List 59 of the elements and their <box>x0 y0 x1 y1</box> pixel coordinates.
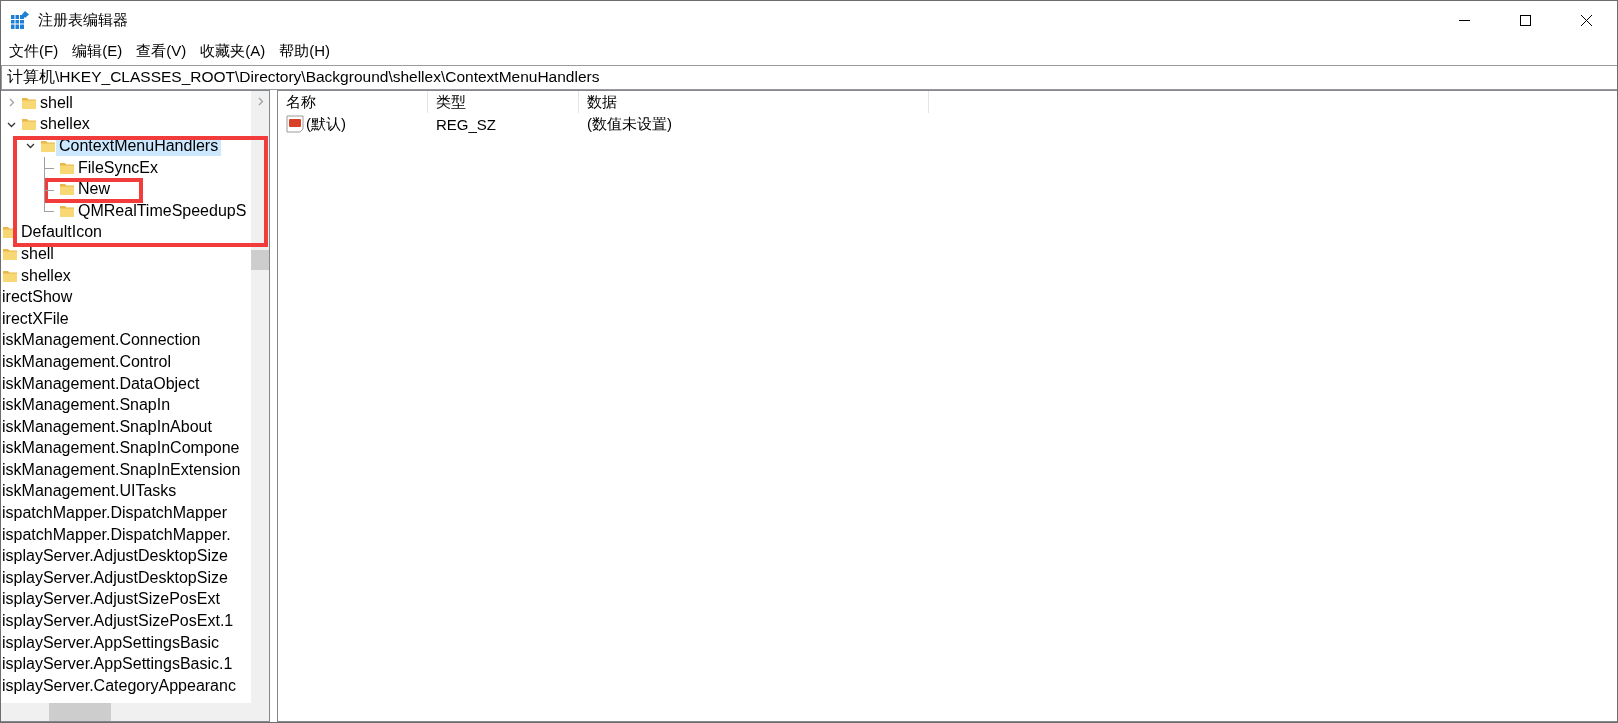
menu-item[interactable]: 编辑(E) <box>72 41 123 61</box>
tree-item[interactable]: irectShow <box>1 287 76 308</box>
tree-item[interactable]: ispatchMapper.DispatchMapper <box>1 503 230 524</box>
horizontal-scrollbar[interactable] <box>1 703 269 721</box>
chevron-down-icon[interactable] <box>26 141 35 151</box>
scrollbar-thumb[interactable] <box>49 703 111 721</box>
tree-item[interactable]: isplayServer.AdjustDesktopSize <box>1 567 231 588</box>
string-value-icon <box>286 115 304 133</box>
tree-item[interactable]: DefaultIcon <box>18 222 105 243</box>
folder-icon <box>40 139 55 153</box>
table-cell: (数值未设置) <box>587 114 672 134</box>
tree-item[interactable]: isplayServer.AdjustDesktopSize <box>1 546 231 567</box>
tree-item[interactable]: iskManagement.UITasks <box>1 481 180 502</box>
column-header[interactable]: 类型 <box>428 91 579 113</box>
maximize-icon <box>1520 14 1531 26</box>
tree-item[interactable]: New <box>75 179 113 200</box>
folder-icon <box>2 268 17 283</box>
tree-item[interactable]: iskManagement.SnapInAbout <box>1 416 215 437</box>
tree-item[interactable]: iskManagement.SnapInExtension <box>1 459 244 480</box>
chevron-right-icon[interactable] <box>7 98 16 108</box>
folder-icon <box>21 117 36 132</box>
tree-item[interactable]: QMRealTimeSpeedupS <box>75 200 250 221</box>
tree-item[interactable]: iskManagement.SnapInCompone <box>1 438 243 459</box>
menu-item[interactable]: 查看(V) <box>136 41 187 61</box>
column-header[interactable]: 数据 <box>579 91 929 113</box>
menu-item[interactable]: 帮助(H) <box>279 41 330 61</box>
menu-item[interactable]: 文件(F) <box>9 41 59 61</box>
tree-item[interactable]: iskManagement.Control <box>1 351 174 372</box>
tree-item[interactable]: iskManagement.SnapIn <box>1 395 174 416</box>
window-title: 注册表编辑器 <box>38 10 129 30</box>
tree-item[interactable]: FileSyncEx <box>75 157 162 178</box>
tree-item[interactable]: isplayServer.AppSettingsBasic <box>1 632 222 653</box>
tree-item[interactable]: shell <box>18 243 57 264</box>
tree-item[interactable]: iskManagement.DataObject <box>1 373 203 394</box>
tree-item[interactable]: ispatchMapper.DispatchMapper. <box>1 524 234 545</box>
tree-item[interactable]: irectXFile <box>1 308 72 329</box>
tree-item[interactable]: shellex <box>18 265 74 286</box>
address-field[interactable]: 计算机\HKEY_CLASSES_ROOT\Directory\Background\shellex\ContextMenuHandlers <box>1 65 1617 90</box>
tree-item[interactable]: isplayServer.AppSettingsBasic.1 <box>1 654 236 675</box>
registry-icon <box>11 11 29 29</box>
column-header[interactable]: 名称 <box>278 91 428 113</box>
table-cell: REG_SZ <box>436 115 496 133</box>
menu-item[interactable]: 收藏夹(A) <box>200 41 266 61</box>
vertical-scrollbar[interactable] <box>251 91 269 703</box>
tree-item[interactable]: shellex <box>37 114 93 135</box>
folder-icon <box>21 95 36 110</box>
tree-item[interactable]: isplayServer.AdjustSizePosExt <box>1 589 223 610</box>
close-icon <box>1581 14 1592 26</box>
folder-icon <box>59 160 74 175</box>
folder-icon <box>59 182 74 197</box>
folder-icon <box>2 246 17 261</box>
tree-item[interactable]: iskManagement.Connection <box>1 330 204 351</box>
folder-icon <box>59 203 74 218</box>
scrollbar-thumb[interactable] <box>251 250 269 270</box>
tree-item[interactable]: isplayServer.CategoryAppearanc <box>1 675 239 696</box>
table-cell: (默认) <box>306 114 346 134</box>
tree-line <box>44 157 54 180</box>
tree-item[interactable]: isplayServer.AdjustSizePosExt.1 <box>1 611 237 632</box>
tree-item[interactable]: shell <box>37 92 76 113</box>
